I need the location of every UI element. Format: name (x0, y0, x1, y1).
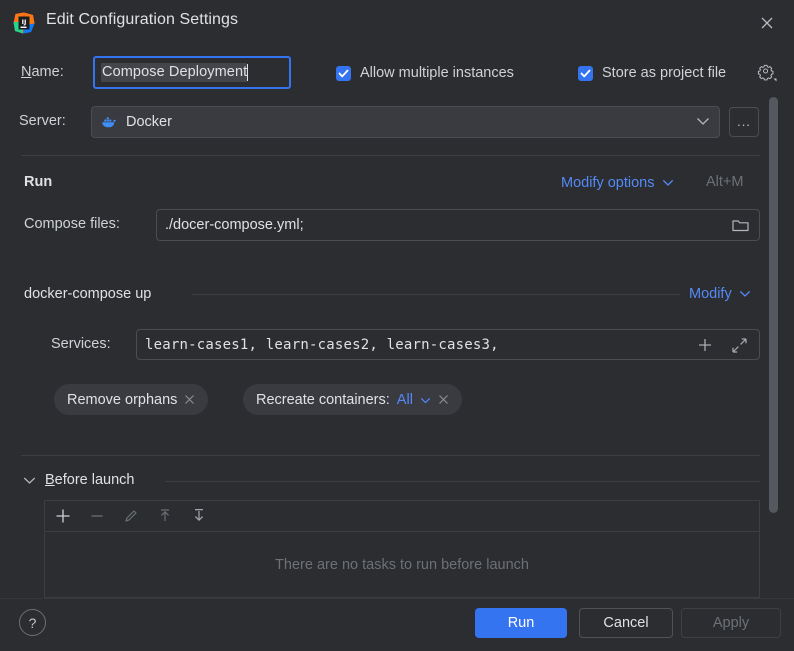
chip-label: Remove orphans (67, 391, 178, 408)
vertical-scrollbar[interactable] (769, 97, 778, 513)
store-as-project-file-label: Store as project file (602, 65, 727, 81)
dialog-footer (0, 598, 794, 651)
checkbox-checked-icon (578, 65, 593, 81)
dialog-title-bar: IJ Edit Configuration Settings (0, 0, 794, 45)
run-button[interactable]: Run (475, 608, 567, 638)
before-launch-divider (21, 455, 760, 456)
add-task-button[interactable] (53, 506, 73, 526)
arrow-down-icon[interactable] (189, 506, 209, 526)
edit-configuration-dialog: IJ Edit Configuration Settings Name: Com… (0, 0, 794, 651)
server-combobox[interactable]: Docker (91, 106, 720, 138)
cancel-button[interactable]: Cancel (579, 608, 673, 638)
modify-label: Modify (689, 286, 732, 302)
chevron-down-icon (739, 285, 751, 303)
chip-value[interactable]: All (397, 392, 413, 408)
close-icon[interactable] (438, 392, 449, 408)
before-launch-title-divider (165, 481, 760, 482)
footer-divider (0, 598, 794, 599)
remove-task-button[interactable] (87, 506, 107, 526)
server-label: Server: (19, 113, 66, 129)
store-as-project-file-checkbox[interactable]: Store as project file (578, 65, 726, 81)
close-icon[interactable] (184, 392, 195, 408)
compose-up-section-title: docker-compose up (24, 286, 152, 302)
compose-files-label: Compose files: (24, 216, 120, 232)
help-button[interactable]: ? (19, 609, 46, 636)
name-input[interactable]: Compose Deployment (93, 56, 291, 89)
services-value: learn-cases1, learn-cases2, learn-cases3… (145, 336, 499, 353)
before-launch-toolbar (45, 501, 759, 532)
run-section-title: Run (24, 174, 53, 190)
plus-icon[interactable] (697, 337, 713, 358)
before-launch-title[interactable]: Before launch (45, 472, 134, 488)
chip-label: Recreate containers: (256, 391, 390, 408)
expand-icon[interactable] (732, 338, 747, 358)
svg-text:IJ: IJ (22, 18, 27, 26)
server-value: Docker (126, 114, 172, 130)
name-label: Name: (21, 64, 64, 80)
chip-recreate-containers[interactable]: Recreate containers: All (243, 384, 462, 415)
text-caret (247, 64, 249, 81)
apply-button[interactable]: Apply (681, 608, 781, 638)
modify-options-button[interactable]: Modify options (561, 174, 674, 192)
close-icon[interactable] (752, 8, 782, 38)
chevron-down-icon[interactable] (420, 392, 431, 408)
compose-files-value: ./docer-compose.yml; (165, 217, 304, 233)
chevron-down-icon (662, 174, 674, 192)
gear-icon[interactable] (757, 63, 777, 88)
pencil-icon[interactable] (121, 506, 141, 526)
before-launch-empty-text: There are no tasks to run before launch (275, 557, 529, 573)
modify-options-shortcut: Alt+M (706, 174, 744, 190)
chevron-down-icon (696, 113, 710, 131)
compose-up-divider (192, 294, 680, 295)
arrow-up-icon[interactable] (155, 506, 175, 526)
before-launch-panel: There are no tasks to run before launch (44, 500, 760, 598)
checkbox-checked-icon (336, 65, 351, 81)
services-label: Services: (51, 336, 111, 352)
allow-multiple-instances-checkbox[interactable]: Allow multiple instances (336, 65, 514, 81)
chevron-down-icon[interactable] (23, 472, 36, 490)
compose-files-input[interactable]: ./docer-compose.yml; (156, 209, 760, 241)
services-input[interactable]: learn-cases1, learn-cases2, learn-cases3… (136, 329, 760, 360)
dialog-title: Edit Configuration Settings (46, 11, 239, 28)
intellij-idea-logo-icon: IJ (12, 11, 36, 35)
modify-options-label: Modify options (561, 175, 655, 191)
modify-button[interactable]: Modify (689, 285, 751, 303)
docker-whale-icon (100, 113, 118, 131)
run-section-divider (21, 155, 760, 156)
browse-servers-button[interactable]: ... (729, 107, 759, 137)
folder-icon[interactable] (732, 218, 750, 238)
name-input-value: Compose Deployment (101, 63, 248, 82)
chip-remove-orphans[interactable]: Remove orphans (54, 384, 209, 415)
allow-multiple-instances-label: Allow multiple instances (360, 65, 514, 81)
